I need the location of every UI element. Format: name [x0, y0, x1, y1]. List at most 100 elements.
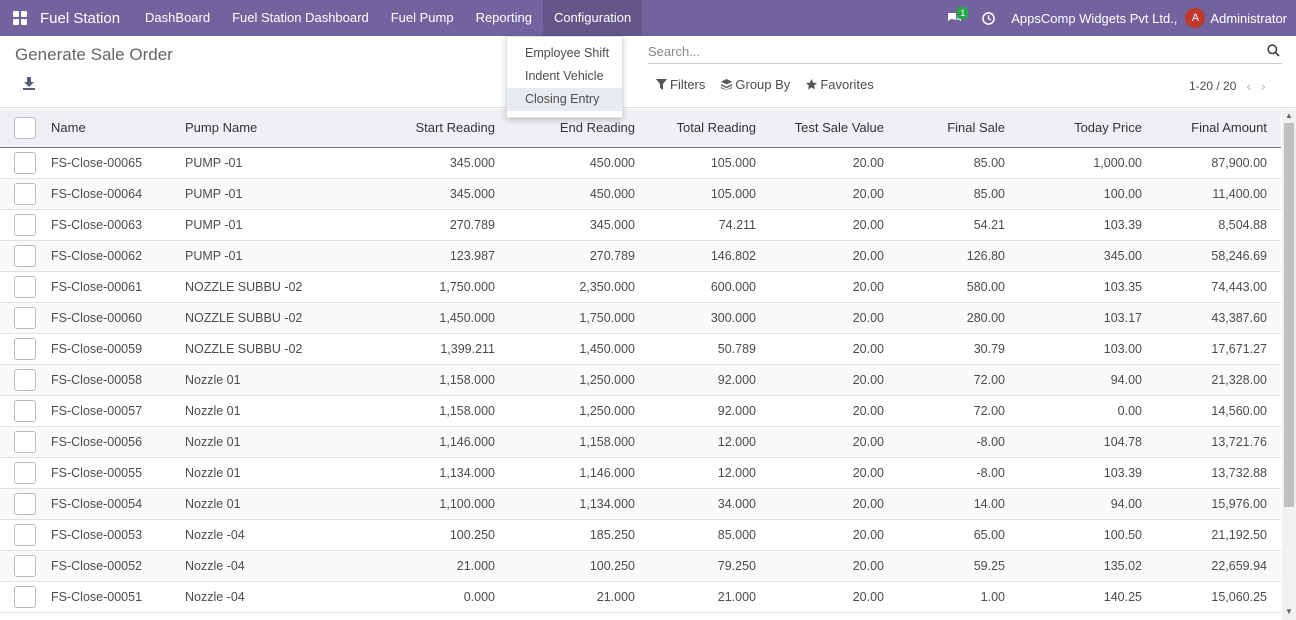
table-row[interactable]: FS-Close-00059 NOZZLE SUBBU -02 1,399.211 1… [0, 333, 1281, 365]
table-row[interactable]: FS-Close-00058 Nozzle 01 1,158.000 1,250.00… [0, 364, 1281, 396]
user-menu[interactable]: A Administrator [1185, 8, 1296, 28]
app-brand[interactable]: Fuel Station [40, 10, 120, 27]
column-header-final-sale[interactable]: Final Sale [884, 109, 1005, 147]
table-row[interactable]: FS-Close-00062 PUMP -01 123.987 270.789 146.… [0, 240, 1281, 272]
cell-total-reading: 92.000 [635, 395, 756, 427]
cell-today-price: 103.00 [1005, 333, 1142, 365]
table-row[interactable]: FS-Close-00054 Nozzle 01 1,100.000 1,134.00… [0, 488, 1281, 520]
cell-end-reading: 1,250.000 [495, 364, 635, 396]
row-checkbox[interactable] [14, 492, 36, 515]
row-select-cell [0, 209, 51, 241]
table-row[interactable]: FS-Close-00064 PUMP -01 345.000 450.000 105.… [0, 178, 1281, 210]
table-row[interactable]: FS-Close-00065 PUMP -01 345.000 450.000 105.… [0, 147, 1281, 179]
cell-test-sale-value: 20.00 [756, 519, 884, 551]
table-row[interactable]: FS-Close-00051 Nozzle -04 0.000 21.000 21.00… [0, 581, 1281, 613]
scroll-down-icon[interactable]: ▼ [1285, 607, 1293, 616]
menu-configuration[interactable]: Configuration [542, 0, 643, 36]
search-icon[interactable] [1267, 44, 1280, 57]
table-row[interactable]: FS-Close-00053 Nozzle -04 100.250 185.250 85… [0, 519, 1281, 551]
cell-start-reading: 1,100.000 [355, 488, 495, 520]
avatar: A [1185, 8, 1206, 28]
cell-end-reading: 185.250 [495, 519, 635, 551]
row-checkbox[interactable] [14, 399, 36, 422]
cell-end-reading: 1,146.000 [495, 457, 635, 489]
row-checkbox[interactable] [14, 275, 36, 298]
cell-final-sale: 72.00 [884, 395, 1005, 427]
select-all-checkbox[interactable] [14, 116, 36, 139]
column-header-final-amount[interactable]: Final Amount [1142, 109, 1281, 147]
pager-previous-icon[interactable]: ‹ [1246, 78, 1251, 94]
cell-name: FS-Close-00055 [51, 457, 185, 489]
row-checkbox[interactable] [14, 213, 36, 236]
cell-today-price: 100.50 [1005, 519, 1142, 551]
table-row[interactable]: FS-Close-00057 Nozzle 01 1,158.000 1,250.00… [0, 395, 1281, 427]
cell-name: FS-Close-00054 [51, 488, 185, 520]
column-header-start-reading[interactable]: Start Reading [355, 109, 496, 147]
cell-final-amount: 14,560.00 [1142, 395, 1281, 427]
row-checkbox[interactable] [14, 337, 36, 360]
table-row[interactable]: FS-Close-00063 PUMP -01 270.789 345.000 74.2… [0, 209, 1281, 241]
table-row[interactable]: FS-Close-00052 Nozzle -04 21.000 100.250 79.… [0, 550, 1281, 582]
row-select-cell [0, 147, 51, 179]
favorites-button[interactable]: Favorites [806, 77, 874, 92]
cell-end-reading: 1,134.000 [495, 488, 635, 520]
row-checkbox[interactable] [14, 430, 36, 453]
row-select-cell [0, 395, 51, 427]
cell-today-price: 345.00 [1005, 240, 1142, 272]
row-checkbox[interactable] [14, 554, 36, 577]
cell-name: FS-Close-00062 [51, 240, 185, 272]
row-select-cell [0, 364, 51, 396]
row-checkbox[interactable] [14, 585, 36, 608]
cell-today-price: 140.25 [1005, 581, 1142, 613]
menu-reporting[interactable]: Reporting [465, 0, 543, 36]
menu-dashboard[interactable]: DashBoard [134, 0, 221, 36]
filters-button[interactable]: Filters [656, 77, 705, 92]
company-switcher[interactable]: AppsComp Widgets Pvt Ltd., [1005, 11, 1185, 26]
cell-start-reading: 1,146.000 [355, 426, 495, 458]
search-input[interactable] [648, 40, 1258, 62]
apps-menu-icon[interactable] [0, 0, 40, 36]
row-checkbox[interactable] [14, 461, 36, 484]
cell-pump-name: Nozzle -04 [185, 550, 355, 582]
table-row[interactable]: FS-Close-00056 Nozzle 01 1,146.000 1,158.00… [0, 426, 1281, 458]
cell-final-sale: 14.00 [884, 488, 1005, 520]
activity-button[interactable] [971, 0, 1005, 36]
cell-today-price: 103.17 [1005, 302, 1142, 334]
dropdown-item-closing-entry[interactable]: Closing Entry [507, 88, 622, 111]
column-header-test-sale-value[interactable]: Test Sale Value [756, 109, 884, 147]
dropdown-item-employee-shift[interactable]: Employee Shift [507, 42, 622, 65]
search-box [648, 40, 1282, 64]
row-checkbox[interactable] [14, 368, 36, 391]
table-row[interactable]: FS-Close-00060 NOZZLE SUBBU -02 1,450.000 1… [0, 302, 1281, 334]
row-select-cell [0, 519, 51, 551]
scroll-up-icon[interactable]: ▲ [1285, 111, 1293, 120]
row-checkbox[interactable] [14, 244, 36, 267]
download-icon[interactable] [22, 76, 36, 90]
row-checkbox[interactable] [14, 151, 36, 174]
cell-start-reading: 1,158.000 [355, 395, 495, 427]
row-select-cell [0, 488, 51, 520]
table-row[interactable]: FS-Close-00055 Nozzle 01 1,134.000 1,146.00… [0, 457, 1281, 489]
column-header-name[interactable]: Name [51, 109, 185, 147]
dropdown-item-indent-vehicle[interactable]: Indent Vehicle [507, 65, 622, 88]
group-by-button[interactable]: Group By [721, 77, 790, 92]
menu-fuel-station-dashboard[interactable]: Fuel Station Dashboard [221, 0, 380, 36]
cell-final-amount: 74,443.00 [1142, 271, 1281, 303]
table-row[interactable]: FS-Close-00061 NOZZLE SUBBU -02 1,750.000 2… [0, 271, 1281, 303]
pager-next-icon[interactable]: › [1261, 78, 1266, 94]
cell-test-sale-value: 20.00 [756, 364, 884, 396]
row-checkbox[interactable] [14, 182, 36, 205]
cell-test-sale-value: 20.00 [756, 271, 884, 303]
messaging-button[interactable]: 1 [937, 0, 971, 36]
scroll-thumb[interactable] [1284, 123, 1294, 507]
cell-end-reading: 1,750.000 [495, 302, 635, 334]
column-header-total-reading[interactable]: Total Reading [635, 109, 757, 147]
vertical-scrollbar[interactable]: ▲ ▼ [1282, 109, 1296, 620]
row-checkbox[interactable] [14, 306, 36, 329]
column-header-pump-name[interactable]: Pump Name [185, 109, 355, 147]
pager-value[interactable]: 1-20 / 20 [1189, 79, 1236, 93]
column-header-today-price[interactable]: Today Price [1005, 109, 1142, 147]
row-checkbox[interactable] [14, 523, 36, 546]
menu-fuel-pump[interactable]: Fuel Pump [380, 0, 465, 36]
cell-start-reading: 345.000 [355, 178, 495, 210]
